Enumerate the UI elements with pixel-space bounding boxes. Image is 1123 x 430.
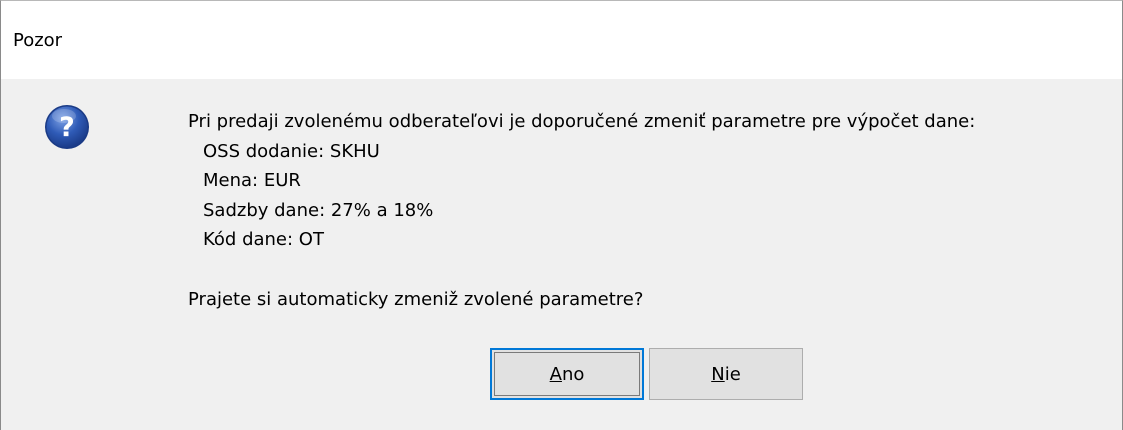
yes-mnemonic: A [549, 363, 562, 385]
confirm-question: Prajete si automaticky zmeniž zvolené pa… [188, 289, 644, 310]
message-intro: Pri predaji zvolenému odberateľovi je do… [188, 111, 976, 132]
no-label-rest: ie [724, 363, 741, 385]
svg-text:?: ? [59, 112, 75, 143]
yes-button[interactable]: Ano [490, 348, 644, 400]
no-mnemonic: N [711, 363, 725, 385]
yes-label-rest: no [561, 363, 585, 385]
dialog-title: Pozor [13, 30, 63, 51]
message-line-tax-code: Kód dane: OT [203, 229, 324, 250]
question-icon: ? [44, 104, 90, 150]
yes-button-label: Ano [550, 364, 585, 385]
message-line-oss: OSS dodanie: SKHU [203, 140, 380, 162]
title-bar: Pozor [1, 1, 1122, 79]
no-button[interactable]: Nie [649, 348, 803, 400]
message-line-tax-rates: Sadzby dane: 27% a 18% [203, 199, 434, 221]
no-button-label: Nie [711, 364, 741, 385]
dialog-window: Pozor ? Pri predaji zvolenému odberateľo… [0, 0, 1123, 430]
message-text: Pri predaji zvolenému odberateľovi je do… [188, 107, 975, 255]
message-line-currency: Mena: EUR [203, 170, 301, 191]
